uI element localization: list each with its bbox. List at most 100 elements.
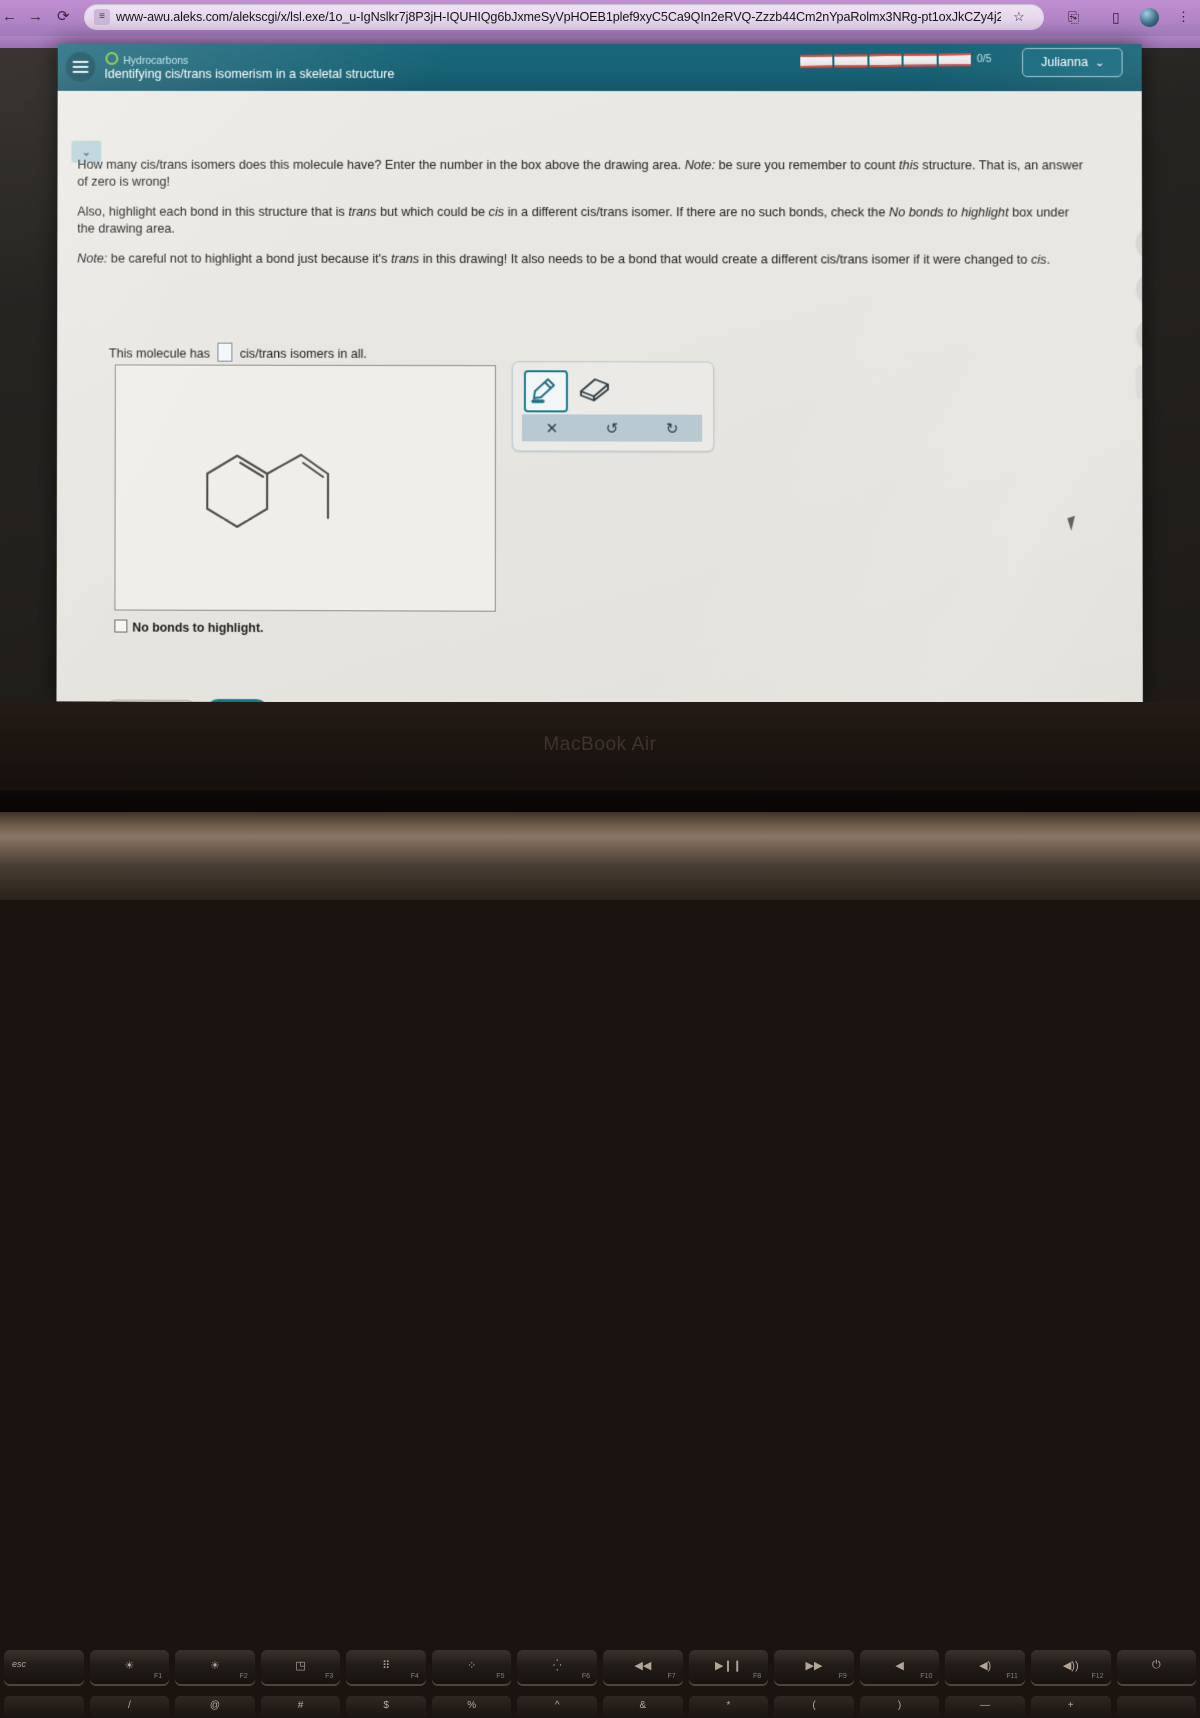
prompt-p1-note: Note: [684,158,716,173]
periodic-table-icon[interactable]: Ar [1136,365,1143,398]
key-glyph: esc [12,1659,27,1669]
drawing-toolbar-actions: ✕ ↺ ↻ [521,414,703,442]
key-glyph: ⁛ [552,1660,562,1672]
side-panel-icon[interactable]: ▯ [1112,6,1120,28]
redo-button[interactable]: ↻ [666,419,679,437]
user-menu-button[interactable]: Julianna ⌄ [1022,48,1123,78]
prompt-paragraph-2: Also, highlight each bond in this struct… [77,204,1087,238]
key-%[interactable]: % [431,1696,512,1718]
calculator-icon[interactable] [1136,272,1143,306]
bookmark-star-icon[interactable]: ☆ [1013,8,1025,26]
forward-icon[interactable]: → [28,9,43,25]
reload-icon[interactable]: ⟳ [57,9,70,25]
progress-segment [903,53,937,67]
key-volume-up[interactable]: ◀)) F12 [1030,1650,1111,1684]
back-icon[interactable]: ← [2,9,17,25]
key-fn-label: F5 [496,1673,505,1680]
key-+[interactable]: + [1030,1696,1111,1718]
browser-omnibar: ← → ⟳ ≡ www-awu.aleks.com/alekscgi/x/lsl… [0,0,1200,36]
key-esc[interactable]: esc [4,1650,84,1684]
key-*[interactable]: * [688,1696,769,1718]
undo-button[interactable]: ↺ [606,419,619,437]
key-rewind[interactable]: ◀◀ F7 [603,1650,683,1684]
key-mission-control[interactable]: ◳ F3 [260,1650,341,1684]
aleks-content: ⌄ How many cis/trans isomers does this m… [56,90,1143,706]
key-fn-label: F4 [410,1673,419,1680]
laptop-brand: MacBook Air [543,734,657,755]
key-fn-label: F8 [753,1673,762,1680]
key-blank[interactable] [1116,1696,1197,1718]
address-bar[interactable]: ≡ www-awu.aleks.com/alekscgi/x/lsl.exe/1… [84,4,1044,30]
key-volume-down[interactable]: ◀) F11 [945,1650,1025,1684]
key-fn-label: F7 [667,1673,676,1680]
key-glyph: ◀◀ [634,1660,652,1672]
key-blank[interactable] [4,1696,84,1718]
key-/[interactable]: / [89,1696,170,1718]
prompt-p2-nobonds: No bonds to highlight [888,205,1009,220]
prompt-p3-note: Note: [77,251,108,266]
prompt-p2-a: Also, highlight each bond in this struct… [77,204,349,219]
chart-icon[interactable] [1136,319,1143,352]
key-power[interactable]: ⏻ [1116,1650,1197,1684]
page-info-icon[interactable]: ≡ [94,9,110,25]
prompt-paragraph-1: How many cis/trans isomers does this mol… [77,157,1087,191]
eraser-icon[interactable] [575,371,615,407]
breadcrumb[interactable]: Hydrocarbons [105,51,189,67]
key-keyboard-light-up[interactable]: ⁛ F6 [517,1650,598,1684]
clear-drawing-button[interactable]: ✕ [546,419,559,437]
laptop-photo: ← → ⟳ ≡ www-awu.aleks.com/alekscgi/x/lsl… [0,0,1200,1718]
key-fn-label: F6 [581,1673,591,1680]
help-icon[interactable]: ? [1135,226,1143,259]
key-glyph: ☀ [124,1660,135,1672]
key-—[interactable]: — [945,1696,1025,1718]
key-glyph: ☀ [210,1660,220,1672]
key-play-pause[interactable]: ▶❙❙ F8 [688,1650,769,1684]
drawing-toolbar: ✕ ↺ ↻ [511,361,715,452]
key-glyph: ◀ [895,1660,904,1672]
highlighter-pen-icon[interactable] [523,370,568,413]
progress-bar [800,53,971,68]
drawing-area[interactable] [114,364,496,612]
key-keyboard-light-down[interactable]: ⁘ F5 [431,1650,512,1684]
question-prompt: How many cis/trans isomers does this mol… [77,157,1088,283]
no-bonds-checkbox-row[interactable]: No bonds to highlight. [114,619,263,635]
breadcrumb-label: Hydrocarbons [123,54,189,67]
key-brightness-down[interactable]: ☀ F1 [89,1650,170,1684]
key-mute[interactable]: ◀ F10 [859,1650,940,1684]
key-&[interactable]: & [603,1696,683,1718]
avatar[interactable] [1140,8,1159,27]
hamburger-icon[interactable] [65,51,96,82]
browser-menu-icon[interactable]: ⋮ [1177,7,1190,27]
prompt-p3-c: . [1046,252,1051,267]
extensions-icon[interactable]: ⎘ [1068,6,1079,28]
prompt-p1-this: this [898,158,919,173]
key-@[interactable]: @ [175,1696,255,1718]
key-fn-label: F1 [153,1673,163,1680]
progress-segment [800,54,833,68]
key-#[interactable]: # [260,1696,341,1718]
answer-line: This molecule has cis/trans isomers in a… [109,342,367,362]
prompt-p3-cis: cis [1030,252,1047,267]
key-$[interactable]: $ [346,1696,426,1718]
key-fast-forward[interactable]: ▶▶ F9 [774,1650,854,1684]
function-key-row: esc ☀ F1 ☀ F2 ◳ F3 ⠿ F4 ⁘ F5 ⁛ F6 ◀◀ F7 ▶❙❙ F8 ▶▶ F9 ◀ F10 ◀)… [0,1650,1200,1694]
topic-status-icon [105,51,119,65]
laptop-keyboard-deck: esc ☀ F1 ☀ F2 ◳ F3 ⠿ F4 ⁘ F5 ⁛ F6 ◀◀ F7 ▶❙❙ F8 ▶▶ F9 ◀ F10 ◀)… [0,812,1200,1718]
key-glyph: ▶❙❙ [714,1660,742,1672]
key-)[interactable]: ) [859,1696,940,1718]
key-fn-label: F9 [838,1673,847,1680]
no-bonds-checkbox[interactable] [114,619,128,633]
key-fn-label: F2 [239,1673,248,1680]
key-brightness-up[interactable]: ☀ F2 [175,1650,255,1684]
key-glyph: ▶▶ [805,1660,823,1672]
isomer-count-input[interactable] [217,342,233,362]
key-([interactable]: ( [774,1696,854,1718]
key-launchpad[interactable]: ⠿ F4 [346,1650,426,1684]
answer-suffix: cis/trans isomers in all. [239,346,367,361]
prompt-p2-c: in a different cis/trans isomer. If ther… [504,204,889,220]
key-^[interactable]: ^ [517,1696,598,1718]
progress-label: 0/5 [976,53,992,66]
progress-segment [938,53,971,67]
key-glyph: ⠿ [382,1660,391,1672]
skeletal-structure[interactable] [115,365,495,610]
